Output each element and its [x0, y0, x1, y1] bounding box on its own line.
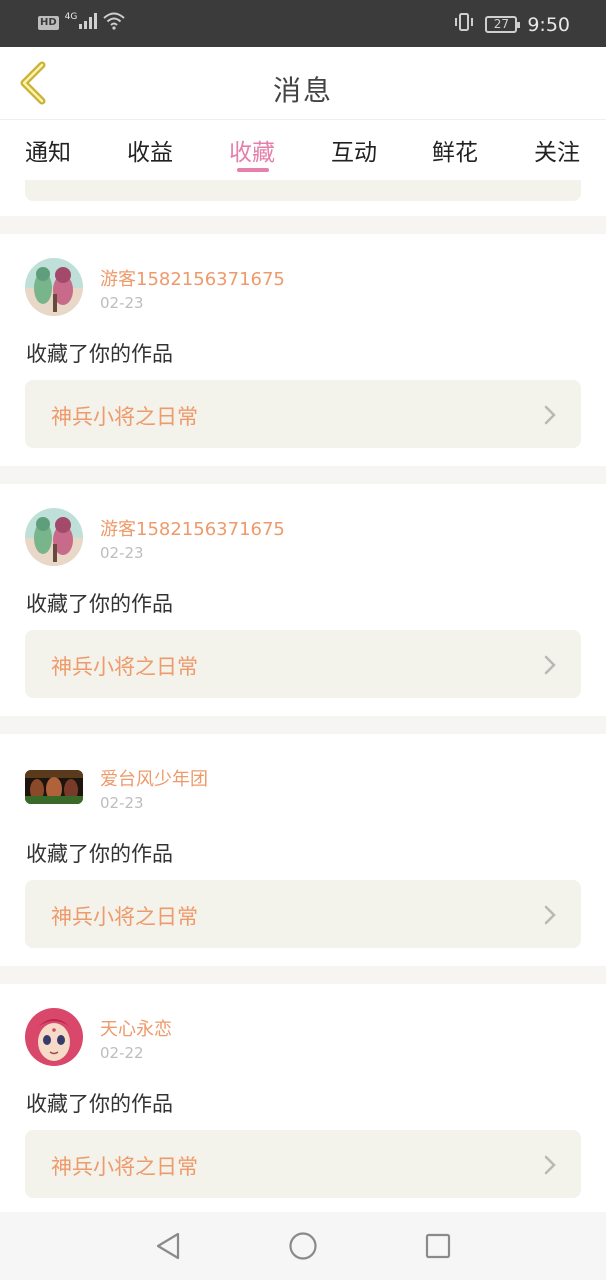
page-title: 消息: [272, 74, 333, 107]
action-text: 收藏了你的作品: [26, 1092, 173, 1116]
message-card: 爱台风少年团 02-23 收藏了你的作品 神兵小将之日常: [0, 734, 606, 966]
username[interactable]: 游客1582156371675: [100, 265, 285, 291]
battery-icon: 27: [485, 16, 521, 33]
avatar[interactable]: [25, 770, 83, 804]
action-text: 收藏了你的作品: [26, 842, 173, 866]
tab-indicator: [237, 168, 269, 172]
divider: [0, 716, 606, 734]
system-nav-bar: [0, 1212, 606, 1280]
username[interactable]: 游客1582156371675: [100, 515, 285, 541]
avatar[interactable]: [25, 1008, 83, 1066]
tab-following[interactable]: 关注: [534, 133, 580, 167]
recents-square-icon[interactable]: [422, 1230, 454, 1262]
divider: [0, 466, 606, 484]
previous-work-link[interactable]: [25, 180, 581, 201]
back-triangle-icon[interactable]: [152, 1230, 184, 1262]
work-link[interactable]: 神兵小将之日常: [25, 380, 581, 448]
chevron-right-icon: [544, 905, 556, 925]
date: 02-23: [100, 794, 144, 812]
action-text: 收藏了你的作品: [26, 592, 173, 616]
message-card: 游客1582156371675 02-23 收藏了你的作品 神兵小将之日常: [0, 484, 606, 716]
status-bar: HD 4G 27 9:50: [0, 0, 606, 47]
tab-bar: 通知 收益 收藏 互动 鲜花 关注: [0, 121, 606, 179]
tab-favorites[interactable]: 收藏: [229, 133, 275, 167]
avatar[interactable]: [25, 258, 83, 316]
wifi-icon: [103, 12, 126, 33]
hd-badge: HD: [38, 15, 59, 30]
message-card: 游客1582156371675 02-23 收藏了你的作品 神兵小将之日常: [0, 234, 606, 466]
tab-flowers[interactable]: 鲜花: [432, 133, 478, 167]
work-title: 神兵小将之日常: [51, 1155, 198, 1179]
date: 02-23: [100, 544, 144, 562]
divider: [0, 966, 606, 984]
header: 消息: [0, 47, 606, 120]
date: 02-23: [100, 294, 144, 312]
vibrate-icon: [453, 12, 475, 37]
action-text: 收藏了你的作品: [26, 342, 173, 366]
signal-icon: [79, 13, 98, 32]
work-link[interactable]: 神兵小将之日常: [25, 880, 581, 948]
work-title: 神兵小将之日常: [51, 405, 198, 429]
chevron-right-icon: [544, 1155, 556, 1175]
work-title: 神兵小将之日常: [51, 655, 198, 679]
network-type: 4G: [64, 11, 78, 22]
tab-earnings[interactable]: 收益: [127, 133, 173, 167]
tab-notifications[interactable]: 通知: [25, 133, 71, 167]
username[interactable]: 爱台风少年团: [100, 765, 208, 791]
status-left: HD 4G: [38, 11, 126, 33]
work-title: 神兵小将之日常: [51, 905, 198, 929]
username[interactable]: 天心永恋: [100, 1015, 172, 1041]
work-link[interactable]: 神兵小将之日常: [25, 1130, 581, 1198]
tab-interactions[interactable]: 互动: [331, 133, 377, 167]
clock: 9:50: [527, 13, 570, 36]
chevron-right-icon: [544, 405, 556, 425]
status-right: 27 9:50: [453, 12, 570, 37]
chevron-right-icon: [544, 655, 556, 675]
home-circle-icon[interactable]: [287, 1230, 319, 1262]
work-link[interactable]: 神兵小将之日常: [25, 630, 581, 698]
message-card: 天心永恋 02-22 收藏了你的作品 神兵小将之日常: [0, 984, 606, 1216]
divider: [0, 216, 606, 234]
date: 02-22: [100, 1044, 144, 1062]
avatar[interactable]: [25, 508, 83, 566]
